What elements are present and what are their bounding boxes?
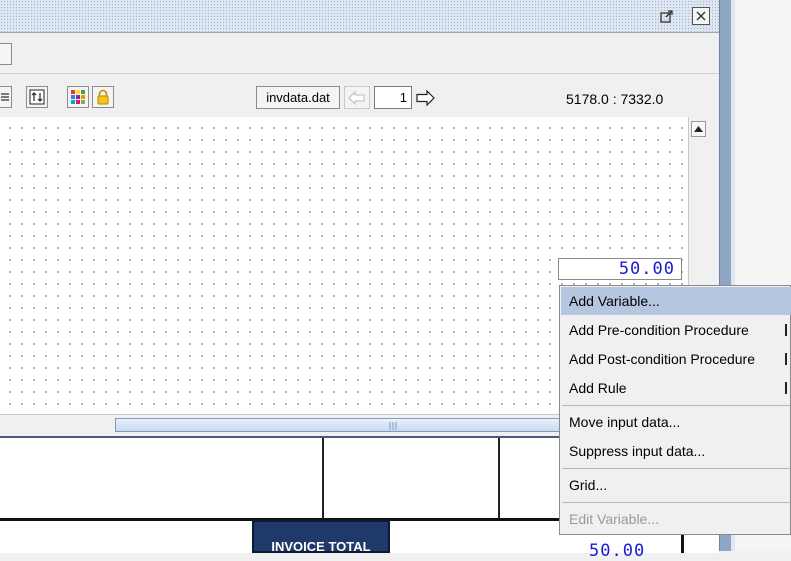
menu-item-add-rule[interactable]: Add Rule [561,374,791,402]
previous-page-button[interactable] [344,86,370,109]
toolbar-left-button[interactable] [0,86,12,108]
close-icon[interactable] [692,7,710,25]
restore-icon[interactable] [658,7,676,25]
menu-item-suppress-input-data[interactable]: Suppress input data... [561,437,791,465]
menu-separator [562,405,790,406]
menu-item-edit-variable: Edit Variable... [569,511,660,527]
menu-item-add-post-condition-procedure[interactable]: Add Post-condition Procedure [561,345,791,373]
scroll-up-button[interactable] [691,121,706,137]
menu-item-move-input-data[interactable]: Move input data... [561,408,791,436]
selected-variable-field[interactable]: 50.00 [558,258,682,280]
toolbar-row-1 [0,33,719,74]
toolbar-row-2: invdata.dat 1 5178.0 : 7332.0 [0,76,719,116]
menu-separator [562,468,790,469]
menu-item-add-pre-condition-procedure[interactable]: Add Pre-condition Procedure [561,316,791,344]
context-menu: Add Variable... Add Pre-condition Proced… [559,285,791,535]
submenu-arrow-icon [785,324,787,336]
menu-separator [562,502,790,503]
invoice-total-value: 50.00 [589,541,646,561]
submenu-arrow-icon [785,382,787,394]
table-divider [322,438,324,518]
next-page-button[interactable] [415,89,437,107]
horizontal-scroll-thumb[interactable] [115,418,565,432]
layout-icon[interactable] [26,86,48,108]
datafile-button[interactable]: invdata.dat [256,86,340,109]
page-number-field[interactable]: 1 [374,86,412,109]
submenu-arrow-icon [785,353,787,365]
field-input[interactable] [0,43,12,65]
invoice-total-label: INVOICE TOTAL [271,539,371,554]
table-divider [498,438,500,518]
color-palette-icon[interactable] [67,86,89,108]
coordinates-readout: 5178.0 : 7332.0 [566,91,664,107]
invoice-total-header: INVOICE TOTAL [252,520,390,554]
lock-icon[interactable] [92,86,114,108]
menu-item-grid[interactable]: Grid... [561,471,791,499]
menu-item-add-variable[interactable]: Add Variable... [561,287,791,315]
internal-frame-title-bar[interactable] [0,0,719,33]
